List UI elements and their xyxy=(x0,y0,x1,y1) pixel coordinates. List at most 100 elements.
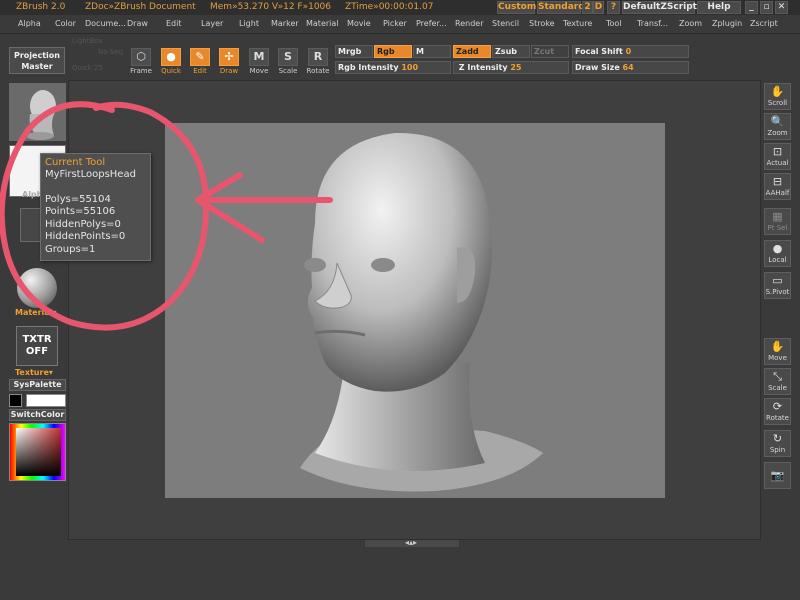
scroll-label: Scroll xyxy=(767,99,788,107)
spin-button[interactable]: ↻ Spin xyxy=(764,430,791,457)
menu-color[interactable]: Color xyxy=(55,19,76,28)
document-canvas[interactable] xyxy=(165,123,665,498)
scale-icon: ⤡ xyxy=(773,370,782,383)
switchcolor-button[interactable]: SwitchColor xyxy=(9,409,66,421)
zadd-button[interactable]: Zadd xyxy=(453,45,491,58)
actual-icon: ⊡ xyxy=(772,145,783,158)
menu-edit[interactable]: Edit xyxy=(166,19,182,28)
edit-tool-button[interactable]: ✎ Edit xyxy=(187,48,213,75)
scroll-button[interactable]: ✋ Scroll xyxy=(764,83,791,110)
syspalette-button[interactable]: SysPalette xyxy=(9,379,66,391)
spin-label: Spin xyxy=(769,446,786,454)
menu-zscript[interactable]: Zscript xyxy=(750,19,778,28)
current-tool-tooltip: Current Tool MyFirstLoopsHead Polys=5510… xyxy=(40,153,151,261)
menu-document[interactable]: Docume... xyxy=(85,19,126,28)
material-sphere-icon[interactable] xyxy=(17,268,57,308)
move-view-button[interactable]: ✋ Move xyxy=(764,338,791,365)
rgb-button[interactable]: Rgb xyxy=(374,45,412,58)
frame-label: Frame xyxy=(130,67,152,75)
scale-icon: S xyxy=(278,48,298,66)
menu-render[interactable]: Render xyxy=(455,19,483,28)
scroll-arrows-icon: ◂▴▸ xyxy=(405,538,418,547)
projection-master-button[interactable]: Projection Master xyxy=(9,47,65,74)
minimize-button[interactable]: _ xyxy=(745,1,758,14)
mrgb-button[interactable]: Mrgb xyxy=(335,45,373,58)
help-question-button[interactable]: ? xyxy=(607,1,620,14)
maximize-button[interactable]: ▫ xyxy=(760,1,773,14)
material-label[interactable]: Material▾ xyxy=(15,308,56,317)
menu-transform[interactable]: Transf... xyxy=(637,19,668,28)
head-model-icon[interactable] xyxy=(165,123,665,498)
rotate-tool-button[interactable]: R Rotate xyxy=(305,48,331,75)
menu-stencil[interactable]: Stencil xyxy=(492,19,519,28)
rotate-view-button[interactable]: ⟳ Rotate xyxy=(764,398,791,425)
d-button[interactable]: D xyxy=(593,1,604,14)
move-icon: ✋ xyxy=(770,340,785,353)
current-tool-thumbnail[interactable] xyxy=(9,83,66,141)
move-tool-button[interactable]: M Move xyxy=(246,48,272,75)
menu-stroke[interactable]: Stroke xyxy=(529,19,555,28)
scale-tool-button[interactable]: S Scale xyxy=(275,48,301,75)
frame-tool-button[interactable]: ⬡ Frame xyxy=(128,48,154,75)
draw-label: Draw xyxy=(219,67,239,75)
zsub-button[interactable]: Zsub xyxy=(492,45,530,58)
snapshot-button[interactable]: 📷 xyxy=(764,462,791,489)
menu-preferences[interactable]: Prefer... xyxy=(416,19,447,28)
focal-shift-slider[interactable]: Focal Shift 0 xyxy=(572,45,689,58)
z-button[interactable]: 2 xyxy=(582,1,593,14)
texture-label[interactable]: Texture▾ xyxy=(15,368,53,377)
draw-size-slider[interactable]: Draw Size 64 xyxy=(572,61,689,74)
horizontal-scrollbar[interactable]: ◂▴▸ xyxy=(365,538,459,547)
color-picker-square[interactable] xyxy=(16,428,61,476)
custom-button[interactable]: Custom xyxy=(497,1,536,14)
focal-shift-label: Focal Shift xyxy=(575,47,623,56)
menu-zoom[interactable]: Zoom xyxy=(679,19,702,28)
standard-button[interactable]: Standard xyxy=(537,1,585,14)
menu-draw[interactable]: Draw xyxy=(127,19,148,28)
local-button[interactable]: ● Local xyxy=(764,240,791,267)
menu-texture[interactable]: Texture xyxy=(563,19,592,28)
ghost-lightbox: LightBox xyxy=(72,37,103,45)
pt-sel-label: Pt Sel xyxy=(767,224,788,232)
tooltip-title: Current Tool xyxy=(45,157,106,168)
tooltip-spacer xyxy=(45,182,146,194)
menu-marker[interactable]: Marker xyxy=(271,19,299,28)
zoom-icon: 🔍 xyxy=(770,115,785,128)
tooltip-hidden-polys: HiddenPolys=0 xyxy=(45,218,121,230)
secondary-color-swatch[interactable] xyxy=(26,394,66,407)
default-zscript-button[interactable]: DefaultZScript xyxy=(622,1,697,14)
pt-sel-button[interactable]: ▦ Pt Sel xyxy=(764,208,791,235)
texture-off-button[interactable]: TXTR OFF xyxy=(16,326,58,366)
menu-layer[interactable]: Layer xyxy=(201,19,223,28)
m-button[interactable]: M xyxy=(413,45,451,58)
rotate-view-label: Rotate xyxy=(766,414,789,422)
draw-tool-button[interactable]: ✢ Draw xyxy=(216,48,242,75)
menu-movie[interactable]: Movie xyxy=(347,19,371,28)
aahalf-button[interactable]: ⊟ AAHalf xyxy=(764,173,791,200)
help-button[interactable]: Help xyxy=(697,1,741,14)
tooltip-polys: Polys=55104 xyxy=(45,193,111,205)
draw-size-label: Draw Size xyxy=(575,63,620,72)
z-intensity-label: Z Intensity xyxy=(458,63,508,72)
menu-light[interactable]: Light xyxy=(239,19,259,28)
menu-picker[interactable]: Picker xyxy=(383,19,407,28)
frame-icon: ⬡ xyxy=(131,48,151,66)
zcut-button[interactable]: Zcut xyxy=(531,45,569,58)
hand-icon: ✋ xyxy=(770,85,785,98)
color-picker[interactable] xyxy=(9,423,66,481)
z-intensity-slider[interactable]: Z Intensity 25 xyxy=(453,61,569,74)
scale-view-button[interactable]: ⤡ Scale xyxy=(764,368,791,395)
rgb-intensity-slider[interactable]: Rgb Intensity 100 xyxy=(335,61,451,74)
quick-tool-button[interactable]: ● Quick xyxy=(158,48,184,75)
spivot-button[interactable]: ▭ S.Pivot xyxy=(764,272,791,299)
close-button[interactable]: ✕ xyxy=(775,1,788,14)
actual-button[interactable]: ⊡ Actual xyxy=(764,143,791,170)
title-bar: ZBrush 2.0 ZDoc»ZBrush Document Mem»53.2… xyxy=(0,0,800,15)
menu-alpha[interactable]: Alpha xyxy=(18,19,41,28)
menu-material[interactable]: Material xyxy=(306,19,339,28)
menu-tool[interactable]: Tool xyxy=(606,19,622,28)
primary-color-swatch[interactable] xyxy=(9,394,22,407)
menu-zplugin[interactable]: Zplugin xyxy=(712,19,742,28)
zoom-button[interactable]: 🔍 Zoom xyxy=(764,113,791,140)
edit-icon: ✎ xyxy=(190,48,210,66)
